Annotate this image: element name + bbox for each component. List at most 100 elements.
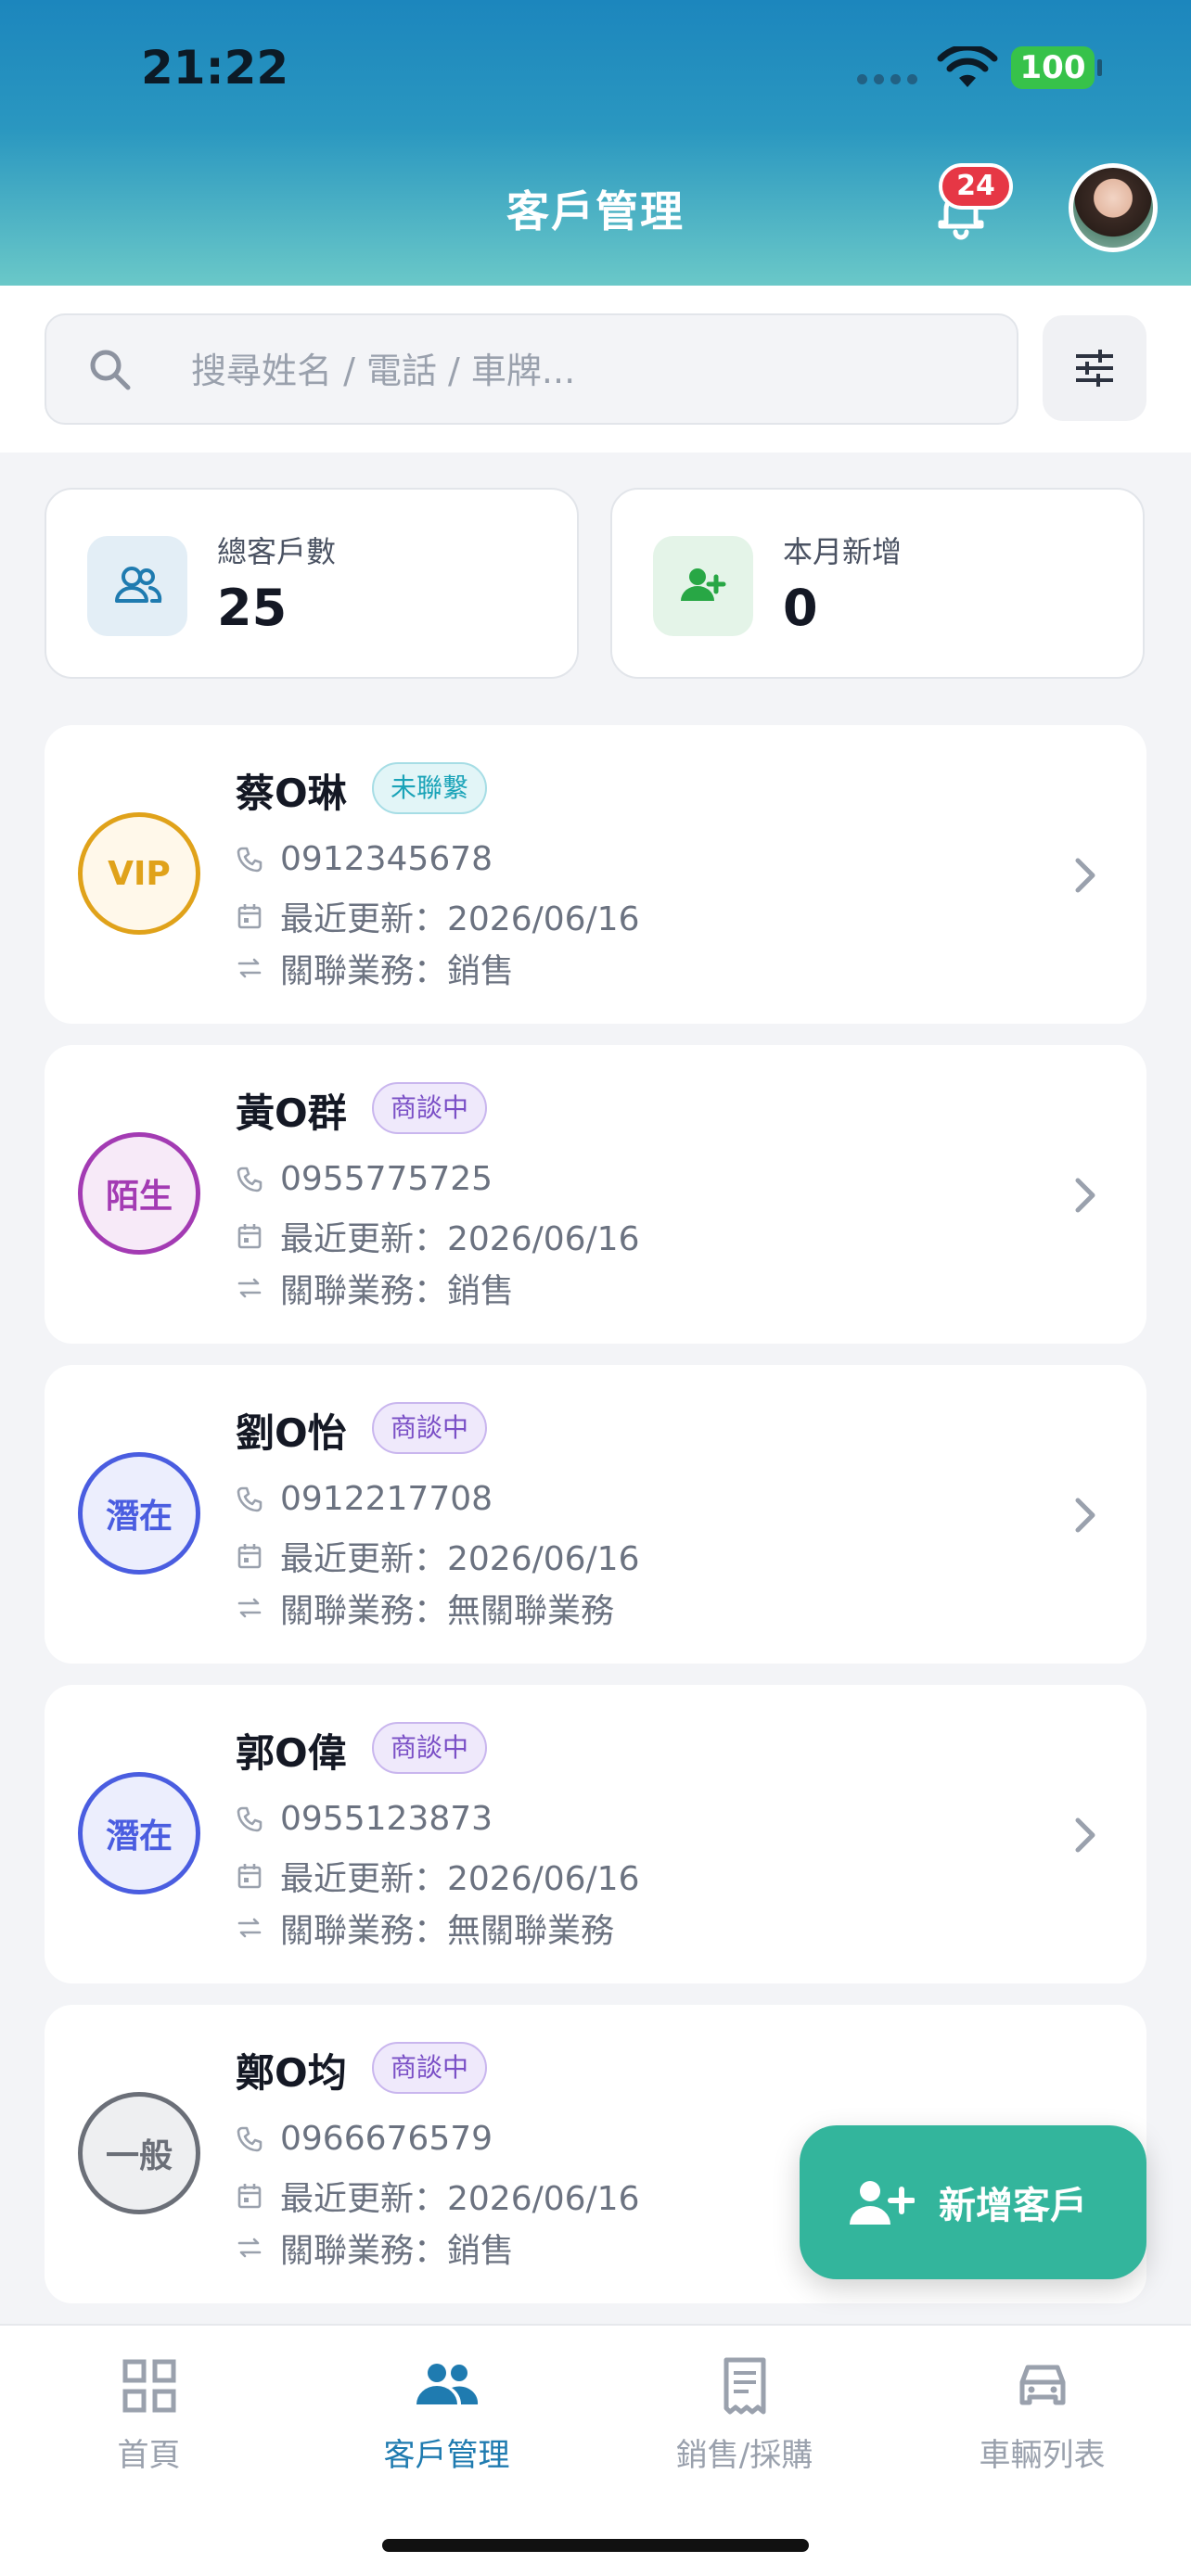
stat-label: 本月新增 xyxy=(783,534,903,569)
stat-label: 總客戶數 xyxy=(217,534,337,569)
search-bar-area xyxy=(0,286,1191,453)
customer-status-tag: 商談中 xyxy=(372,2042,488,2094)
nav-label: 車輛列表 xyxy=(979,2437,1106,2474)
customer-updated-row: 最近更新：2026/06/16 xyxy=(236,892,640,940)
customer-relation-row: 關聯業務：銷售 xyxy=(236,944,514,992)
search-box[interactable] xyxy=(45,313,1018,425)
search-icon xyxy=(90,350,131,390)
stat-card-new: 本月新增 0 xyxy=(610,488,1145,679)
user-plus-icon xyxy=(850,2181,915,2225)
customer-name: 郭O偉 xyxy=(236,1730,347,1776)
customer-card[interactable]: 潛在 郭O偉 商談中 0955123873 最近更新：2026/06/16 關聯業務：無關… xyxy=(45,1685,1146,1983)
customer-name: 劉O怡 xyxy=(236,1410,347,1456)
customer-name: 鄭O均 xyxy=(236,2050,347,2096)
customer-relation-row: 關聯業務：無關聯業務 xyxy=(236,1904,614,1952)
customer-card[interactable]: 陌生 黃O群 商談中 0955775725 最近更新：2026/06/16 關聯業務：銷售 xyxy=(45,1045,1146,1344)
nav-item-vehicles[interactable]: 車輛列表 xyxy=(893,2352,1191,2475)
app-header: 21:22 100 客戶管理 24 xyxy=(0,0,1191,286)
avatar[interactable] xyxy=(1069,163,1158,252)
swap-icon xyxy=(236,1914,263,1942)
nav-label: 首頁 xyxy=(117,2437,181,2474)
user-plus-icon xyxy=(653,536,753,636)
customer-phone-row: 0955123873 xyxy=(236,1800,493,1838)
customer-updated-row: 最近更新：2026/06/16 xyxy=(236,1852,640,1900)
car-icon xyxy=(1019,2365,1065,2405)
customer-level-badge: VIP xyxy=(78,812,200,935)
swap-icon xyxy=(236,954,263,982)
customer-status-tag: 商談中 xyxy=(372,1082,488,1134)
stat-value: 0 xyxy=(783,579,818,637)
chevron-right-icon[interactable] xyxy=(1072,1815,1098,1859)
customer-name: 蔡O琳 xyxy=(236,771,347,816)
customer-relation: 關聯業務：銷售 xyxy=(280,2232,515,2270)
home-indicator xyxy=(382,2539,809,2552)
calendar-icon xyxy=(236,2182,263,2210)
phone-icon xyxy=(236,846,263,874)
nav-label: 銷售/採購 xyxy=(675,2437,813,2474)
customer-card[interactable]: VIP 蔡O琳 未聯繫 0912345678 最近更新：2026/06/16 關聯業務：銷… xyxy=(45,725,1146,1024)
customer-phone: 0912345678 xyxy=(280,840,493,878)
users-icon xyxy=(416,2364,478,2404)
customer-name: 黃O群 xyxy=(236,1090,347,1136)
swap-icon xyxy=(236,1274,263,1302)
grid-icon xyxy=(122,2359,175,2413)
receipt-icon xyxy=(724,2357,765,2415)
customer-relation-row: 關聯業務：銷售 xyxy=(236,2224,514,2272)
sliders-icon xyxy=(1076,350,1113,387)
calendar-icon xyxy=(236,1542,263,1570)
chevron-right-icon[interactable] xyxy=(1072,855,1098,899)
chevron-right-icon[interactable] xyxy=(1072,1175,1098,1219)
battery-indicator: 100 xyxy=(1011,46,1095,89)
calendar-icon xyxy=(236,902,263,930)
customer-relation: 關聯業務：銷售 xyxy=(280,1272,515,1310)
customer-relation: 關聯業務：無關聯業務 xyxy=(280,1912,615,1950)
customer-updated: 最近更新：2026/06/16 xyxy=(280,1220,640,1258)
users-icon xyxy=(87,536,187,636)
stat-value: 25 xyxy=(217,579,288,637)
customer-card[interactable]: 潛在 劉O怡 商談中 0912217708 最近更新：2026/06/16 關聯業務：無關… xyxy=(45,1365,1146,1664)
chevron-right-icon[interactable] xyxy=(1072,1495,1098,1539)
swap-icon xyxy=(236,2234,263,2262)
customer-status-tag: 商談中 xyxy=(372,1722,488,1774)
customer-status-tag: 未聯繫 xyxy=(372,762,488,814)
customer-relation-row: 關聯業務：無關聯業務 xyxy=(236,1584,614,1632)
phone-icon xyxy=(236,1805,263,1833)
customer-status-tag: 商談中 xyxy=(372,1402,488,1454)
customer-level-badge: 潛在 xyxy=(78,1452,200,1575)
customer-phone: 0955123873 xyxy=(280,1800,493,1838)
customer-level-badge: 陌生 xyxy=(78,1132,200,1255)
customer-relation: 關聯業務：無關聯業務 xyxy=(280,1592,615,1630)
nav-item-customers[interactable]: 客戶管理 xyxy=(298,2352,596,2475)
customer-relation: 關聯業務：銷售 xyxy=(280,952,515,990)
customer-relation-row: 關聯業務：銷售 xyxy=(236,1264,514,1312)
search-input[interactable] xyxy=(191,345,989,397)
nav-item-home[interactable]: 首頁 xyxy=(0,2352,298,2475)
signal-icon xyxy=(857,74,917,84)
phone-icon xyxy=(236,2125,263,2153)
customer-phone-row: 0912345678 xyxy=(236,840,493,878)
customer-phone-row: 0912217708 xyxy=(236,1480,493,1518)
swap-icon xyxy=(236,1594,263,1622)
filter-button[interactable] xyxy=(1043,315,1146,421)
customer-updated: 最近更新：2026/06/16 xyxy=(280,900,640,938)
customer-phone: 0955775725 xyxy=(280,1160,493,1198)
customer-updated: 最近更新：2026/06/16 xyxy=(280,2180,640,2218)
add-customer-button[interactable]: 新增客戶 xyxy=(800,2125,1146,2279)
battery-tip xyxy=(1097,59,1102,76)
nav-item-sales[interactable]: 銷售/採購 xyxy=(596,2352,893,2475)
customer-updated-row: 最近更新：2026/06/16 xyxy=(236,1212,640,1260)
add-customer-label: 新增客戶 xyxy=(939,2185,1087,2227)
customer-level-badge: 潛在 xyxy=(78,1772,200,1894)
customer-updated-row: 最近更新：2026/06/16 xyxy=(236,1532,640,1580)
customer-phone: 0912217708 xyxy=(280,1480,493,1518)
notification-badge: 24 xyxy=(939,163,1013,210)
calendar-icon xyxy=(236,1862,263,1890)
phone-icon xyxy=(236,1486,263,1513)
customer-updated-row: 最近更新：2026/06/16 xyxy=(236,2172,640,2220)
wifi-icon xyxy=(937,46,998,87)
nav-label: 客戶管理 xyxy=(383,2437,510,2474)
stat-card-total: 總客戶數 25 xyxy=(45,488,579,679)
status-time: 21:22 xyxy=(141,41,289,95)
customer-level-badge: 一般 xyxy=(78,2092,200,2214)
customer-updated: 最近更新：2026/06/16 xyxy=(280,1540,640,1578)
